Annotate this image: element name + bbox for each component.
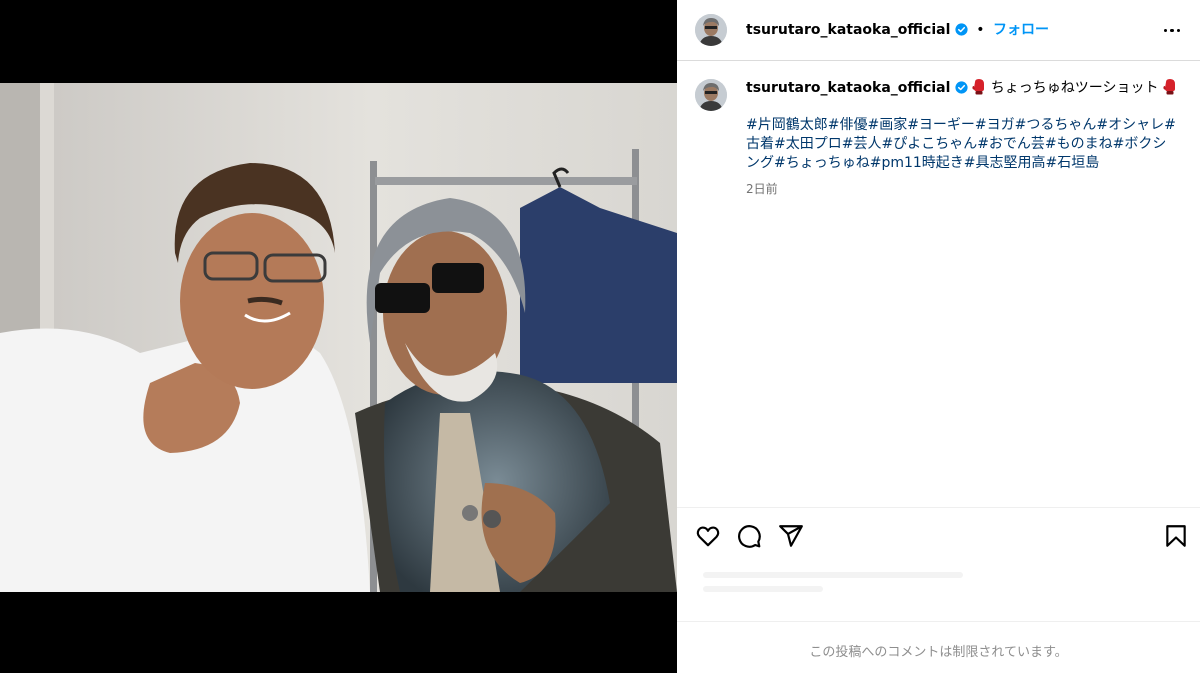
more-horizontal-icon[interactable] <box>1162 20 1182 40</box>
action-bar <box>677 507 1200 563</box>
send-icon[interactable] <box>778 523 804 549</box>
verified-badge-icon <box>955 23 968 36</box>
header-username[interactable]: tsurutaro_kataoka_official <box>746 22 950 38</box>
bookmark-icon[interactable] <box>1163 523 1189 549</box>
post-photo <box>0 83 677 592</box>
caption-username[interactable]: tsurutaro_kataoka_official <box>746 80 950 96</box>
caption: tsurutaro_kataoka_official ちょっちゅねツーショット <box>746 78 1176 98</box>
boxing-glove-icon <box>1163 79 1175 95</box>
post-header: tsurutaro_kataoka_official • フォロー <box>677 0 1200 61</box>
caption-text: ちょっちゅねツーショット <box>990 80 1159 96</box>
blurred-likes-placeholder <box>693 568 1183 598</box>
comments-limited-notice: この投稿へのコメントは制限されています。 <box>809 645 1068 660</box>
boxing-glove-icon <box>972 79 985 95</box>
comment-footer: この投稿へのコメントは制限されています。 <box>677 621 1200 674</box>
heart-icon[interactable] <box>695 523 721 549</box>
post-media[interactable] <box>0 0 677 673</box>
verified-badge-icon <box>955 81 968 94</box>
post-side-panel: tsurutaro_kataoka_official • フォロー tsurut… <box>677 0 1200 673</box>
post-age[interactable]: 2日前 <box>746 180 778 197</box>
comment-icon[interactable] <box>736 523 762 549</box>
follow-button[interactable]: フォロー <box>993 22 1049 38</box>
hashtags[interactable]: #片岡鶴太郎#俳優#画家#ヨーギー#ヨガ#つるちゃん#オシャレ#古着#太田プロ#… <box>746 116 1176 173</box>
avatar[interactable] <box>695 14 727 46</box>
caption-avatar[interactable] <box>695 79 727 111</box>
header-separator: • <box>976 22 985 38</box>
